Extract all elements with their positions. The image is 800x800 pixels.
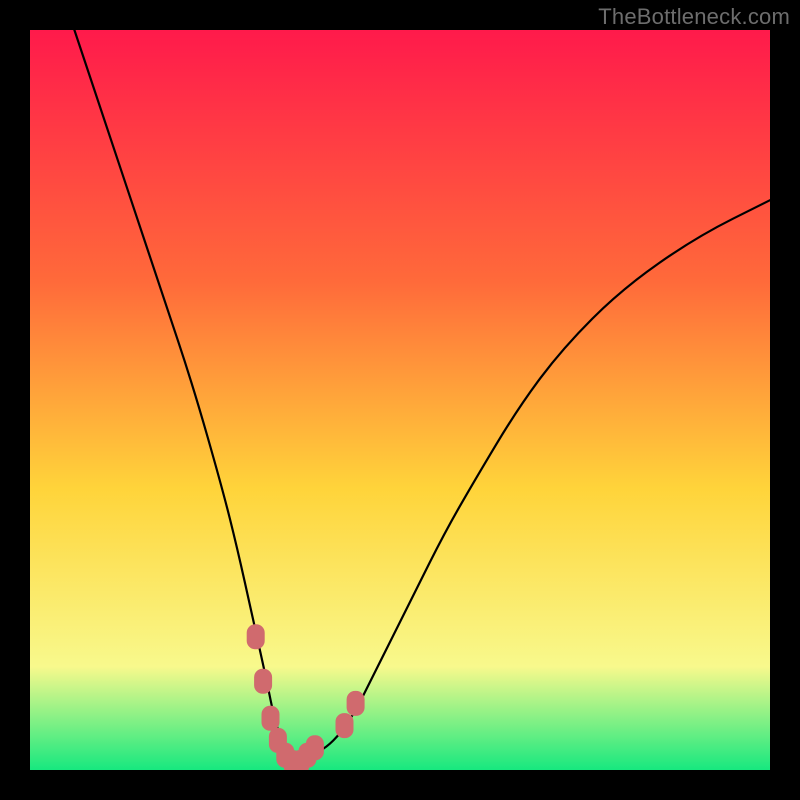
watermark-text: TheBottleneck.com: [598, 4, 790, 30]
chart-svg: [30, 30, 770, 770]
marker-dot: [247, 625, 264, 649]
plot-area: [30, 30, 770, 770]
chart-frame: TheBottleneck.com: [0, 0, 800, 800]
marker-dot: [336, 714, 353, 738]
marker-dot: [262, 706, 279, 730]
marker-dot: [255, 669, 272, 693]
marker-dot: [306, 736, 323, 760]
marker-dot: [347, 691, 364, 715]
gradient-background: [30, 30, 770, 770]
